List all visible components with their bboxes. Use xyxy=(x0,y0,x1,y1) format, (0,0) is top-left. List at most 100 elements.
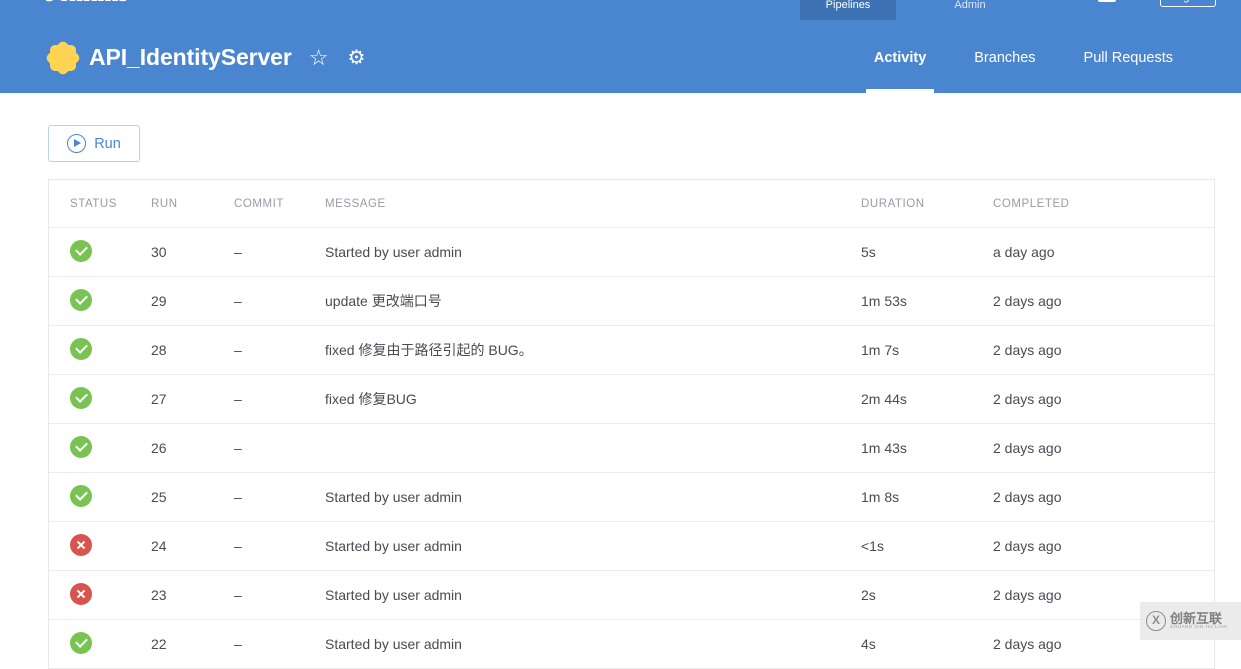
table-row[interactable]: 25 – Started by user admin 1m 8s 2 days ago xyxy=(49,473,1214,522)
jenkins-logo[interactable]: Jenkins xyxy=(45,0,128,8)
column-header-duration: DURATION xyxy=(861,197,925,210)
duration-cell: 5s xyxy=(861,244,876,260)
commit-cell: – xyxy=(234,587,242,603)
completed-cell: 2 days ago xyxy=(993,391,1062,407)
status-success-icon xyxy=(70,239,92,262)
global-tab-pipelines[interactable]: Pipelines xyxy=(800,0,896,20)
duration-cell: 2s xyxy=(861,587,876,603)
status-cell xyxy=(49,288,151,314)
run-number-cell: 23 xyxy=(151,587,167,603)
run-number-cell: 30 xyxy=(151,244,167,260)
column-header-completed: COMPLETED xyxy=(993,197,1070,210)
completed-cell: 2 days ago xyxy=(993,293,1062,309)
table-row[interactable]: 27 – fixed 修复BUG 2m 44s 2 days ago xyxy=(49,375,1214,424)
global-tab-admin[interactable]: Admin xyxy=(930,0,1010,20)
logout-button[interactable]: Logout xyxy=(1160,0,1216,7)
table-row[interactable]: 28 – fixed 修复由于路径引起的 BUG。 1m 7s 2 days ago xyxy=(49,326,1214,375)
table-row[interactable]: 30 – Started by user admin 5s a day ago xyxy=(49,228,1214,277)
external-link-icon[interactable] xyxy=(1098,0,1116,2)
table-row[interactable]: 26 – 1m 43s 2 days ago xyxy=(49,424,1214,473)
status-failure-icon xyxy=(70,533,92,556)
status-cell xyxy=(49,631,151,657)
message-cell: fixed 修复BUG xyxy=(325,391,417,407)
run-number-cell: 27 xyxy=(151,391,167,407)
completed-cell: 2 days ago xyxy=(993,636,1062,652)
status-success-icon xyxy=(70,631,92,654)
status-success-icon xyxy=(70,435,92,458)
run-button-label: Run xyxy=(94,135,121,152)
duration-cell: 1m 7s xyxy=(861,342,900,358)
table-body: 30 – Started by user admin 5s a day ago 29 – up… xyxy=(49,228,1214,669)
message-cell: Started by user admin xyxy=(325,244,462,260)
duration-cell: 1m 8s xyxy=(861,489,900,505)
duration-cell: 2m 44s xyxy=(861,391,907,407)
run-number-cell: 26 xyxy=(151,440,167,456)
table-row[interactable]: 23 – Started by user admin 2s 2 days ago xyxy=(49,571,1214,620)
runs-table: STATUS RUN COMMIT MESSAGE DURATION COMPL… xyxy=(48,179,1215,669)
main-content: Run STATUS RUN COMMIT MESSAGE DURATION C… xyxy=(0,93,1241,669)
completed-cell: 2 days ago xyxy=(993,342,1062,358)
completed-cell: 2 days ago xyxy=(993,489,1062,505)
star-outline-icon[interactable]: ☆ xyxy=(309,46,329,69)
commit-cell: – xyxy=(234,440,242,456)
table-row[interactable]: 29 – update 更改端口号 1m 53s 2 days ago xyxy=(49,277,1214,326)
tab-activity[interactable]: Activity xyxy=(850,22,950,93)
message-cell: fixed 修复由于路径引起的 BUG。 xyxy=(325,342,533,358)
status-cell xyxy=(49,386,151,412)
run-number-cell: 24 xyxy=(151,538,167,554)
status-success-icon xyxy=(70,288,92,311)
completed-cell: 2 days ago xyxy=(993,538,1062,554)
commit-cell: – xyxy=(234,636,242,652)
status-success-icon xyxy=(70,386,92,409)
status-cell xyxy=(49,239,151,265)
message-cell: Started by user admin xyxy=(325,636,462,652)
play-circle-icon xyxy=(67,134,87,153)
tab-branches[interactable]: Branches xyxy=(950,22,1059,93)
pipeline-header: API_IdentityServer ☆ ⚙ Activity Branches… xyxy=(0,22,1241,93)
commit-cell: – xyxy=(234,342,242,358)
column-header-status: STATUS xyxy=(70,197,117,210)
commit-cell: – xyxy=(234,391,242,407)
duration-cell: <1s xyxy=(861,538,884,554)
message-cell: update 更改端口号 xyxy=(325,293,442,309)
duration-cell: 1m 43s xyxy=(861,440,907,456)
message-cell: Started by user admin xyxy=(325,587,462,603)
column-header-commit: COMMIT xyxy=(234,197,284,210)
run-number-cell: 29 xyxy=(151,293,167,309)
tab-pull-requests[interactable]: Pull Requests xyxy=(1060,22,1197,93)
run-number-cell: 28 xyxy=(151,342,167,358)
status-cell xyxy=(49,337,151,363)
run-number-cell: 22 xyxy=(151,636,167,652)
column-header-message: MESSAGE xyxy=(325,197,386,210)
pipeline-identity: API_IdentityServer ☆ ⚙ xyxy=(48,22,365,93)
message-cell: Started by user admin xyxy=(325,538,462,554)
run-number-cell: 25 xyxy=(151,489,167,505)
status-success-icon xyxy=(70,337,92,360)
status-cell xyxy=(49,435,151,461)
commit-cell: – xyxy=(234,538,242,554)
table-row[interactable]: 22 – Started by user admin 4s 2 days ago xyxy=(49,620,1214,669)
commit-cell: – xyxy=(234,489,242,505)
column-header-run: RUN xyxy=(151,197,178,210)
commit-cell: – xyxy=(234,293,242,309)
duration-cell: 4s xyxy=(861,636,876,652)
completed-cell: a day ago xyxy=(993,244,1055,260)
duration-cell: 1m 53s xyxy=(861,293,907,309)
commit-cell: – xyxy=(234,244,242,260)
page-title: API_IdentityServer xyxy=(89,44,292,70)
sun-status-icon xyxy=(48,43,78,73)
status-cell xyxy=(49,484,151,510)
global-navigation-bar: Jenkins Pipelines Admin Logout xyxy=(0,0,1241,22)
table-header-row: STATUS RUN COMMIT MESSAGE DURATION COMPL… xyxy=(49,180,1214,228)
gear-icon[interactable]: ⚙ xyxy=(347,48,365,68)
status-failure-icon xyxy=(70,582,92,605)
status-cell xyxy=(49,533,151,559)
status-cell xyxy=(49,582,151,608)
completed-cell: 2 days ago xyxy=(993,587,1062,603)
table-row[interactable]: 24 – Started by user admin <1s 2 days ago xyxy=(49,522,1214,571)
run-button[interactable]: Run xyxy=(48,125,140,162)
completed-cell: 2 days ago xyxy=(993,440,1062,456)
message-cell: Started by user admin xyxy=(325,489,462,505)
pipeline-tabs: Activity Branches Pull Requests xyxy=(850,22,1197,93)
status-success-icon xyxy=(70,484,92,507)
